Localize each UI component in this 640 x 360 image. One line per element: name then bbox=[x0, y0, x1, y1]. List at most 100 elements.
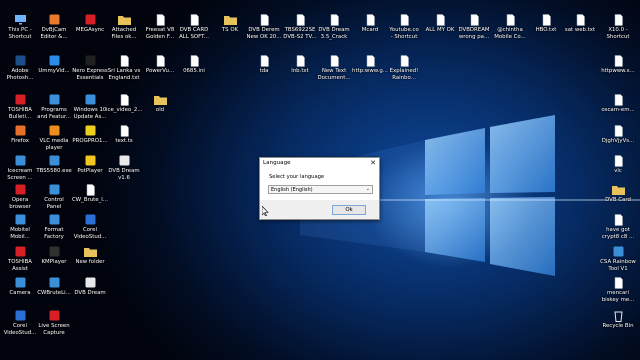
file-icon bbox=[86, 184, 95, 196]
desktop-icon-label: Mobitel Mobil... bbox=[10, 227, 30, 240]
file-icon bbox=[296, 14, 305, 26]
desktop-icon-label: PowerVu... bbox=[145, 68, 175, 74]
desktop-icon-label: Youtube.co - Shortcut bbox=[389, 27, 419, 40]
file-icon bbox=[614, 214, 623, 226]
desktop-icon[interactable]: 0685.ini bbox=[176, 53, 212, 99]
file-icon bbox=[470, 14, 479, 26]
app-icon bbox=[85, 214, 95, 225]
desktop-icon-label: X10.0 - Shortcut bbox=[606, 27, 630, 40]
desktop-icon-label: TBS6922SE DVB-S2 TV... bbox=[283, 27, 317, 40]
desktop-icon-label: ice_video_2... bbox=[106, 107, 142, 113]
desktop-icon[interactable]: DVB Dream 3.5_Crack o... bbox=[316, 12, 352, 58]
desktop-icon-label: TOSHIBA Assist bbox=[8, 259, 32, 272]
app-icon bbox=[85, 14, 95, 25]
language-select[interactable]: English (English) ⌄ bbox=[268, 185, 373, 194]
app-icon bbox=[49, 55, 59, 66]
desktop-icon[interactable]: old bbox=[142, 92, 178, 138]
app-icon bbox=[613, 246, 623, 257]
desktop-icon[interactable]: DVBDREAM wrong pa... bbox=[456, 12, 492, 58]
desktop-icon-label: Nero Express Essentials bbox=[72, 68, 108, 81]
desktop-icon-label: sat web.txt bbox=[564, 27, 596, 33]
desktop-icon[interactable]: Live Screen Capture bbox=[36, 308, 72, 354]
desktop-icon-label: HBO.txt bbox=[535, 27, 557, 33]
desktop-icon[interactable]: ALL MY OK bbox=[422, 12, 458, 58]
file-icon bbox=[120, 55, 129, 67]
desktop-icon-label: Explained! Rainbo... bbox=[389, 68, 419, 81]
file-icon bbox=[614, 277, 623, 289]
desktop-icon[interactable]: Explained! Rainbo... bbox=[386, 53, 422, 99]
desktop-icon-label: http:www.g... bbox=[352, 68, 388, 74]
desktop-icon-label: Opera browser bbox=[9, 197, 31, 210]
desktop-icon-label: lnb.txt bbox=[291, 68, 309, 74]
desktop-icon-label: ALL MY OK bbox=[425, 27, 455, 33]
desktop-icon[interactable]: DVB Dream bbox=[72, 275, 108, 321]
desktop-icon[interactable]: This PC - Shortcut bbox=[2, 12, 38, 58]
desktop-icon[interactable]: X10.0 - Shortcut bbox=[600, 12, 636, 58]
desktop-icon-label: New folder bbox=[75, 259, 105, 265]
app-icon bbox=[15, 310, 25, 321]
ok-button[interactable]: Ok bbox=[332, 205, 366, 215]
desktop-icon-label: New Text Document... bbox=[317, 68, 351, 81]
file-icon bbox=[614, 125, 623, 137]
desktop-icon-label: Freesat V8 Golden F... bbox=[145, 27, 175, 40]
file-icon bbox=[542, 14, 551, 26]
desktop-icon-label: Corel VideoStud... bbox=[3, 323, 37, 336]
desktop-icon[interactable]: sat web.txt bbox=[562, 12, 598, 58]
desktop-icon-label: DVB Dream bbox=[74, 290, 106, 296]
desktop-icon[interactable]: tda bbox=[246, 53, 282, 99]
desktop-icon-label: Windows 10 Update As... bbox=[73, 107, 107, 120]
app-icon bbox=[49, 94, 59, 105]
app-icon bbox=[15, 246, 25, 257]
desktop-icon-label: Firefox bbox=[11, 138, 29, 144]
folder-icon bbox=[83, 248, 97, 257]
app-icon bbox=[15, 184, 25, 195]
dialog-title: Language bbox=[263, 160, 291, 166]
desktop-icon[interactable]: Freesat V8 Golden F... bbox=[142, 12, 178, 58]
desktop-icon[interactable]: DvBjCam Editor &... bbox=[36, 12, 72, 58]
desktop-icon-label: 0685.ini bbox=[183, 68, 205, 74]
desktop-icon[interactable]: Mcard bbox=[352, 12, 388, 58]
desktop-icon-label: MEGAsync bbox=[75, 27, 105, 33]
desktop-icon[interactable]: lnb.txt bbox=[282, 53, 318, 99]
app-icon bbox=[85, 277, 95, 288]
desktop-icon[interactable]: http:www.g... bbox=[352, 53, 388, 99]
desktop-icon-label: Format Factory bbox=[44, 227, 64, 240]
file-icon bbox=[120, 94, 129, 106]
desktop-icon[interactable]: DVB Dream v1.6 bbox=[106, 153, 142, 199]
app-icon bbox=[85, 94, 95, 105]
desktop-icon[interactable]: Recycle Bin bbox=[600, 308, 636, 354]
desktop-icon[interactable]: Attached Files ok... bbox=[106, 12, 142, 58]
dialog-titlebar[interactable]: Language ✕ bbox=[260, 158, 379, 169]
app-icon bbox=[85, 125, 95, 136]
app-icon bbox=[49, 184, 59, 195]
file-icon bbox=[614, 155, 623, 167]
desktop-icon[interactable]: New Text Document... bbox=[316, 53, 352, 99]
desktop-icon[interactable]: DVB Derem New OK 20... bbox=[246, 12, 282, 58]
desktop-icon[interactable]: MEGAsync bbox=[72, 12, 108, 58]
file-icon bbox=[400, 14, 409, 26]
desktop-icon-label: Recycle Bin bbox=[602, 323, 634, 329]
file-icon bbox=[260, 14, 269, 26]
desktop-icon-label: TS OK bbox=[221, 27, 239, 33]
desktop-icon-label: text.ts bbox=[115, 138, 133, 144]
desktop-icon-label: Programs and Featur... bbox=[37, 107, 71, 120]
desktop-icon[interactable]: Corel VideoStud... bbox=[2, 308, 38, 354]
desktop-icon-label: PROGPRO1... bbox=[72, 138, 108, 144]
desktop-icon-label: Corel VideoStud... bbox=[73, 227, 107, 240]
app-icon bbox=[49, 214, 59, 225]
desktop-icon-label: have got crypt8 c8 ... bbox=[601, 227, 635, 240]
desktop-icon-label: Icecream Screen ... bbox=[7, 168, 33, 181]
desktop-icon-label: DjghVjyVs... bbox=[601, 138, 635, 144]
desktop-icon-label: mencari biskey me... bbox=[601, 290, 635, 303]
desktop-icon[interactable]: DVB CARD ALL SOFT... bbox=[176, 12, 212, 58]
desktop-icon[interactable]: TS OK bbox=[212, 12, 248, 58]
desktop-icon[interactable]: @chintha Mobile Co... bbox=[492, 12, 528, 58]
file-icon bbox=[400, 55, 409, 67]
close-icon[interactable]: ✕ bbox=[370, 159, 376, 167]
computer-icon bbox=[14, 15, 26, 25]
desktop-icon[interactable]: HBO.txt bbox=[528, 12, 564, 58]
file-icon bbox=[296, 55, 305, 67]
desktop-icon[interactable]: TBS6922SE DVB-S2 TV... bbox=[282, 12, 318, 58]
desktop-icon[interactable]: Youtube.co - Shortcut bbox=[386, 12, 422, 58]
desktop-icon-label: UmmyVid... bbox=[38, 68, 70, 74]
